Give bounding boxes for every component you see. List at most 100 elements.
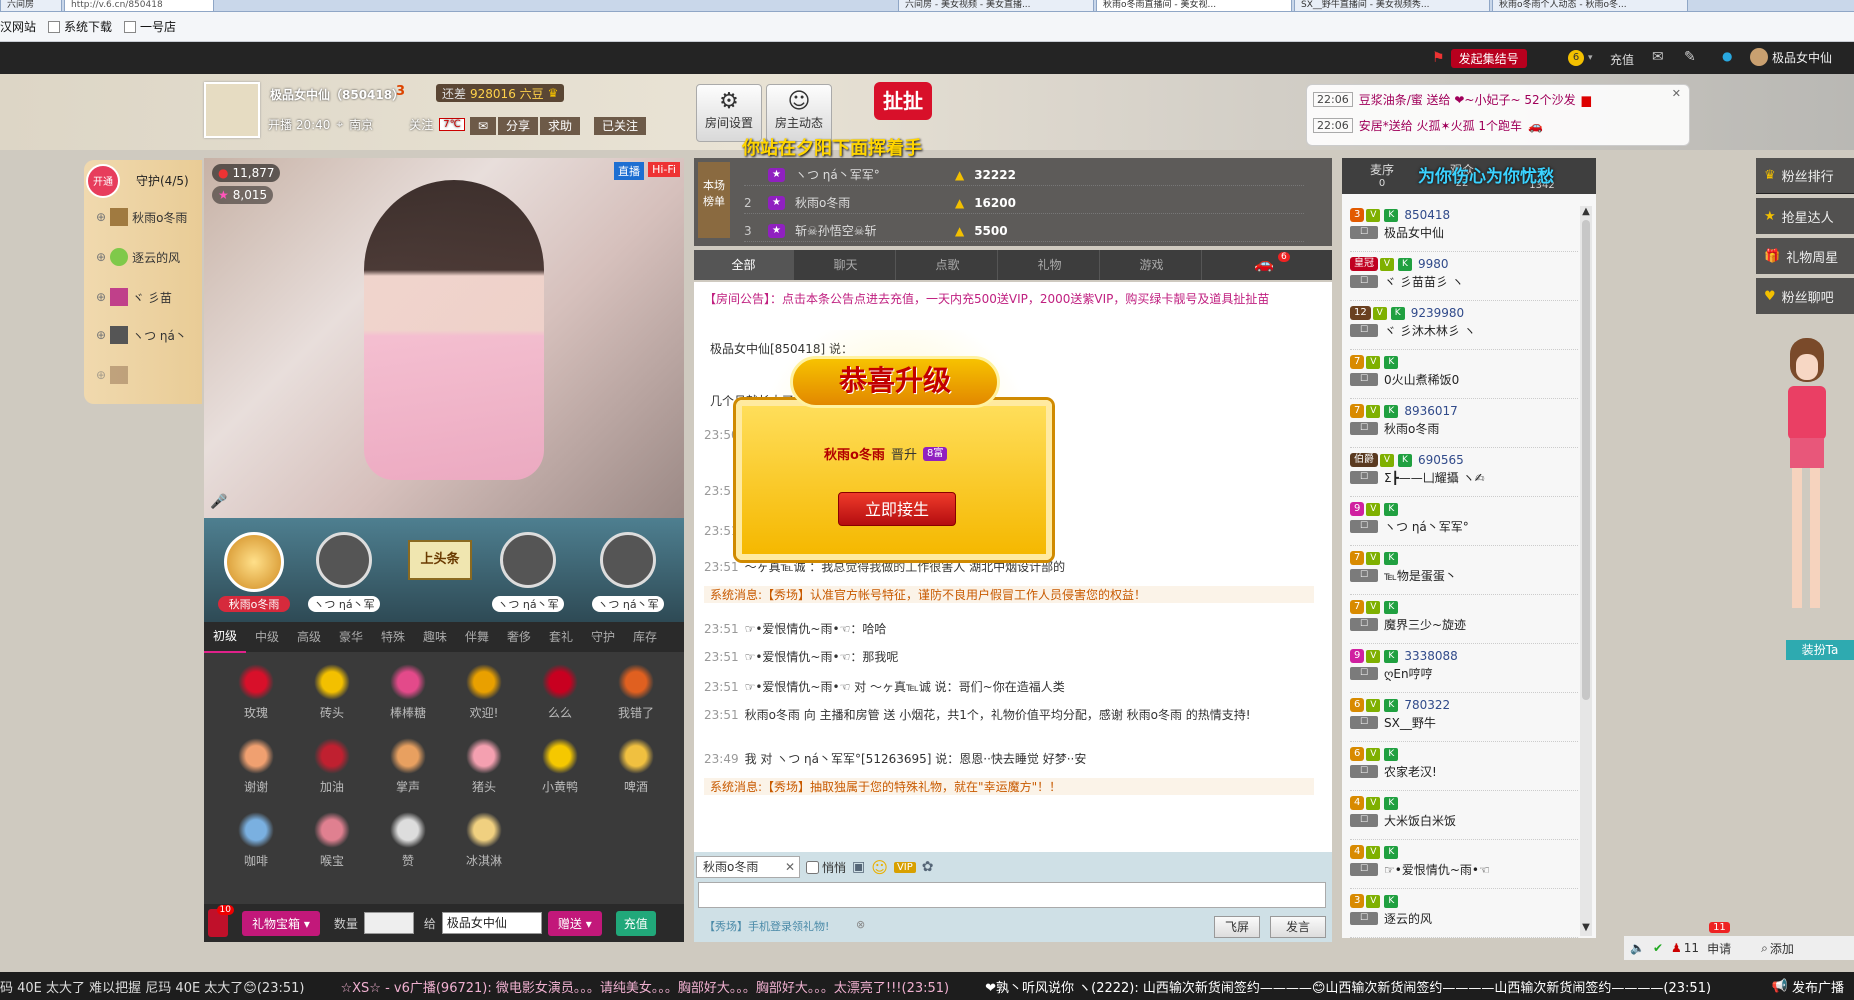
gift-item[interactable]: 玫瑰 bbox=[224, 664, 288, 721]
user-list[interactable]: 3 V K 850418 ☐ 极品女中仙 皇冠 V K 9980 ☐ ヾ 彡苗苗彡 ヽ 12 V K 9239… bbox=[1342, 204, 1582, 938]
share-button[interactable]: 分享 bbox=[498, 117, 539, 135]
star-master-link[interactable]: ★ 抢星达人 bbox=[1756, 198, 1854, 234]
close-icon[interactable]: ⊗ bbox=[856, 918, 865, 931]
recharge-button[interactable]: 充值 bbox=[615, 910, 656, 936]
chat-message[interactable]: 23:51 ☞•爱恨情仇~雨•☜：哈哈 bbox=[704, 620, 886, 637]
chat-tab[interactable]: 礼物 bbox=[1000, 250, 1100, 280]
anchor-avatar[interactable] bbox=[204, 82, 260, 138]
recipient-select[interactable]: 极品女中仙 bbox=[441, 912, 542, 934]
gift-box-button[interactable]: 礼物宝箱 ▾ bbox=[242, 910, 320, 936]
online-count[interactable]: ♟ 11 bbox=[1671, 941, 1699, 955]
fly-screen-button[interactable]: 飞屏 bbox=[1214, 916, 1260, 938]
guard-open-button[interactable]: 开通 bbox=[86, 164, 120, 198]
user-row[interactable]: 3 V K 850418 ☐ 极品女中仙 bbox=[1350, 204, 1578, 252]
edit-icon[interactable]: ✎ bbox=[1684, 49, 1696, 65]
user-row[interactable]: 4 V K ☐ ☞•爱恨情仇~雨•☜ bbox=[1350, 841, 1578, 889]
close-icon[interactable]: ✕ bbox=[1672, 87, 1681, 100]
help-button[interactable]: 求助 bbox=[540, 117, 581, 135]
browser-tab[interactable]: 六间房 - 美女视频 - 美女直播... bbox=[898, 0, 1094, 12]
seat-avatar[interactable] bbox=[500, 532, 556, 588]
coin-balance[interactable]: 6 ▾ bbox=[1568, 50, 1593, 66]
chat-message[interactable]: 系统消息:【秀场】抽取独属于您的特殊礼物，就在"幸运魔方"！！ bbox=[704, 778, 1314, 795]
gift-item[interactable]: 砖头 bbox=[300, 664, 364, 721]
ticker-item[interactable]: ☆XS☆ - v6广播(96721): 微电影女演员。。。请纯美女。。。胸部好大… bbox=[340, 977, 949, 996]
send-gift-button[interactable]: 赠送 ▾ bbox=[547, 910, 602, 936]
gift-item[interactable]: 啤酒 bbox=[604, 738, 668, 795]
gift-item[interactable]: 欢迎! bbox=[452, 664, 516, 721]
ticker-item[interactable]: 码 40E 太大了 难以把握 尼玛 40E 太大了😊(23:51) bbox=[0, 977, 304, 996]
rank-row[interactable]: ★ ヽつ ηá丶军军° ▲ 32222 bbox=[744, 164, 1304, 186]
seat-avatar[interactable] bbox=[316, 532, 372, 588]
guard-member[interactable]: ⊕ 秋雨o冬雨 bbox=[96, 208, 187, 226]
gift-item[interactable]: 我错了 bbox=[604, 664, 668, 721]
chat-tab[interactable]: 点歌 bbox=[898, 250, 998, 280]
gift-item[interactable]: 小黄鸭 bbox=[528, 738, 592, 795]
pz-logo[interactable]: 扯扯 bbox=[874, 82, 932, 120]
ticker-item[interactable]: ❤孰丶听风说你 ヽ(2222): 山西输次新货闹签约————😊山西输次新货闹签约… bbox=[985, 977, 1711, 996]
user-row[interactable]: 3 V K ☐ 逐云的风 bbox=[1350, 890, 1578, 938]
chat-target-select[interactable]: 秋雨o冬雨 ✕ bbox=[696, 856, 800, 878]
fan-bar-link[interactable]: ♥ 粉丝聊吧 bbox=[1756, 278, 1854, 314]
rank-row[interactable]: 2 ★ 秋雨o冬雨 ▲ 16200 bbox=[744, 192, 1304, 214]
browser-tab-active[interactable]: 秋雨o冬雨直播间 - 美女视... bbox=[1096, 0, 1292, 12]
vip-icon[interactable]: VIP bbox=[893, 861, 916, 873]
user-row[interactable]: 7 V K 8936017 ☐ 秋雨o冬雨 bbox=[1350, 400, 1578, 448]
chat-input[interactable] bbox=[698, 882, 1326, 908]
apply-link[interactable]: 申请 11 bbox=[1707, 921, 1731, 957]
gift-tab[interactable]: 库存 bbox=[624, 622, 666, 652]
headline-button[interactable]: 上头条 bbox=[408, 540, 472, 580]
car-icon[interactable]: 🚗 bbox=[1254, 254, 1274, 273]
gift-item[interactable]: 加油 bbox=[300, 738, 364, 795]
video-player[interactable]: ● 11,877 ★ 8,015 直播 Hi-Fi 🎤 bbox=[204, 158, 684, 518]
scrollbar[interactable]: ▲ ▼ bbox=[1580, 206, 1592, 936]
browser-tab[interactable]: 六间房 bbox=[0, 0, 62, 12]
gift-item[interactable]: 赞 bbox=[376, 812, 440, 869]
gift-tab[interactable]: 套礼 bbox=[540, 622, 582, 652]
mail-icon[interactable]: ✉ bbox=[1652, 49, 1664, 65]
whisper-toggle[interactable]: 悄悄 bbox=[806, 859, 846, 876]
followed-button[interactable]: 已关注 bbox=[594, 117, 647, 135]
chat-tab[interactable]: 聊天 bbox=[796, 250, 896, 280]
whisper-checkbox[interactable] bbox=[806, 860, 819, 874]
chat-message[interactable]: 23:51 秋雨o冬雨 向 主播和房管 送 小烟花，共1个，礼物价值平均分配，感谢… bbox=[704, 706, 1251, 723]
gift-weekstar-link[interactable]: 🎁 礼物周星 bbox=[1756, 238, 1854, 274]
browser-tab[interactable]: 秋雨o冬雨个人动态 - 秋雨o冬... bbox=[1492, 0, 1688, 12]
fan-ranking-link[interactable]: ♛ 粉丝排行 bbox=[1756, 158, 1854, 194]
gift-item[interactable]: 么么 bbox=[528, 664, 592, 721]
gift-item[interactable]: 咖啡 bbox=[224, 812, 288, 869]
bookmark[interactable]: 系统下载 bbox=[48, 18, 112, 35]
accept-levelup-button[interactable]: 立即接生 bbox=[838, 492, 956, 526]
mobile-tip[interactable]: 【秀场】手机登录领礼物! bbox=[704, 918, 829, 934]
user-row[interactable]: 9 V K ☐ ヽつ ηá丶军军° bbox=[1350, 498, 1578, 546]
user-row[interactable]: 6 V K ☐ 农家老汉! bbox=[1350, 743, 1578, 791]
sticker-icon[interactable]: ✿ bbox=[922, 859, 934, 875]
chat-message[interactable]: 系统消息:【秀场】认准官方帐号特征，谨防不良用户假冒工作人员侵害您的权益！ bbox=[704, 586, 1314, 603]
user-row[interactable]: 7 V K ☐ 0火山煮稀饭0 bbox=[1350, 351, 1578, 399]
quantity-input[interactable] bbox=[363, 912, 414, 934]
user-menu[interactable]: 极品女中仙 bbox=[1750, 48, 1832, 66]
user-row[interactable]: 4 V K ☐ 大米饭白米饭 bbox=[1350, 792, 1578, 840]
gift-tab[interactable]: 中级 bbox=[246, 622, 288, 652]
gift-tab[interactable]: 守护 bbox=[582, 622, 624, 652]
chat-tab[interactable]: 全部 bbox=[694, 250, 794, 280]
gift-count-icon[interactable]: 10 bbox=[208, 905, 234, 937]
rank-row[interactable]: 3 ★ 斩☠孙悟空☠斩 ▲ 5500 bbox=[744, 220, 1304, 242]
dressup-button[interactable]: 装扮Ta bbox=[1786, 640, 1854, 660]
recharge-link[interactable]: 充值 bbox=[1610, 51, 1634, 68]
gift-tab[interactable]: 初级 bbox=[204, 621, 246, 653]
gift-item[interactable]: 掌声 bbox=[376, 738, 440, 795]
user-row[interactable]: 伯爵 V K 690565 ☐ Σ┣——凵耀攝 ヽ✍ bbox=[1350, 449, 1578, 497]
mail-icon[interactable]: ✉ bbox=[470, 117, 496, 135]
user-row[interactable]: 7 V K ☐ ℡物是蛋蛋丶 bbox=[1350, 547, 1578, 595]
gift-item[interactable]: 喉宝 bbox=[300, 812, 364, 869]
speaker-icon[interactable]: 🔈 bbox=[1630, 941, 1645, 955]
add-button[interactable]: ⌕ 添加 bbox=[1761, 940, 1794, 957]
seat-avatar[interactable] bbox=[600, 532, 656, 588]
chat-message[interactable]: 23:51 ☞•爱恨情仇~雨•☜：那我呢 bbox=[704, 648, 898, 665]
bookmark[interactable]: 汉网站 bbox=[0, 18, 36, 35]
dressup-character[interactable] bbox=[1764, 338, 1844, 628]
gift-item[interactable]: 谢谢 bbox=[224, 738, 288, 795]
guard-member[interactable]: ⊕ ヽつ ηá丶 bbox=[96, 326, 187, 344]
browser-tab[interactable]: SX__野牛直播间 - 美女视频秀... bbox=[1294, 0, 1490, 12]
chevron-down-icon[interactable]: ▼ bbox=[1580, 922, 1592, 936]
